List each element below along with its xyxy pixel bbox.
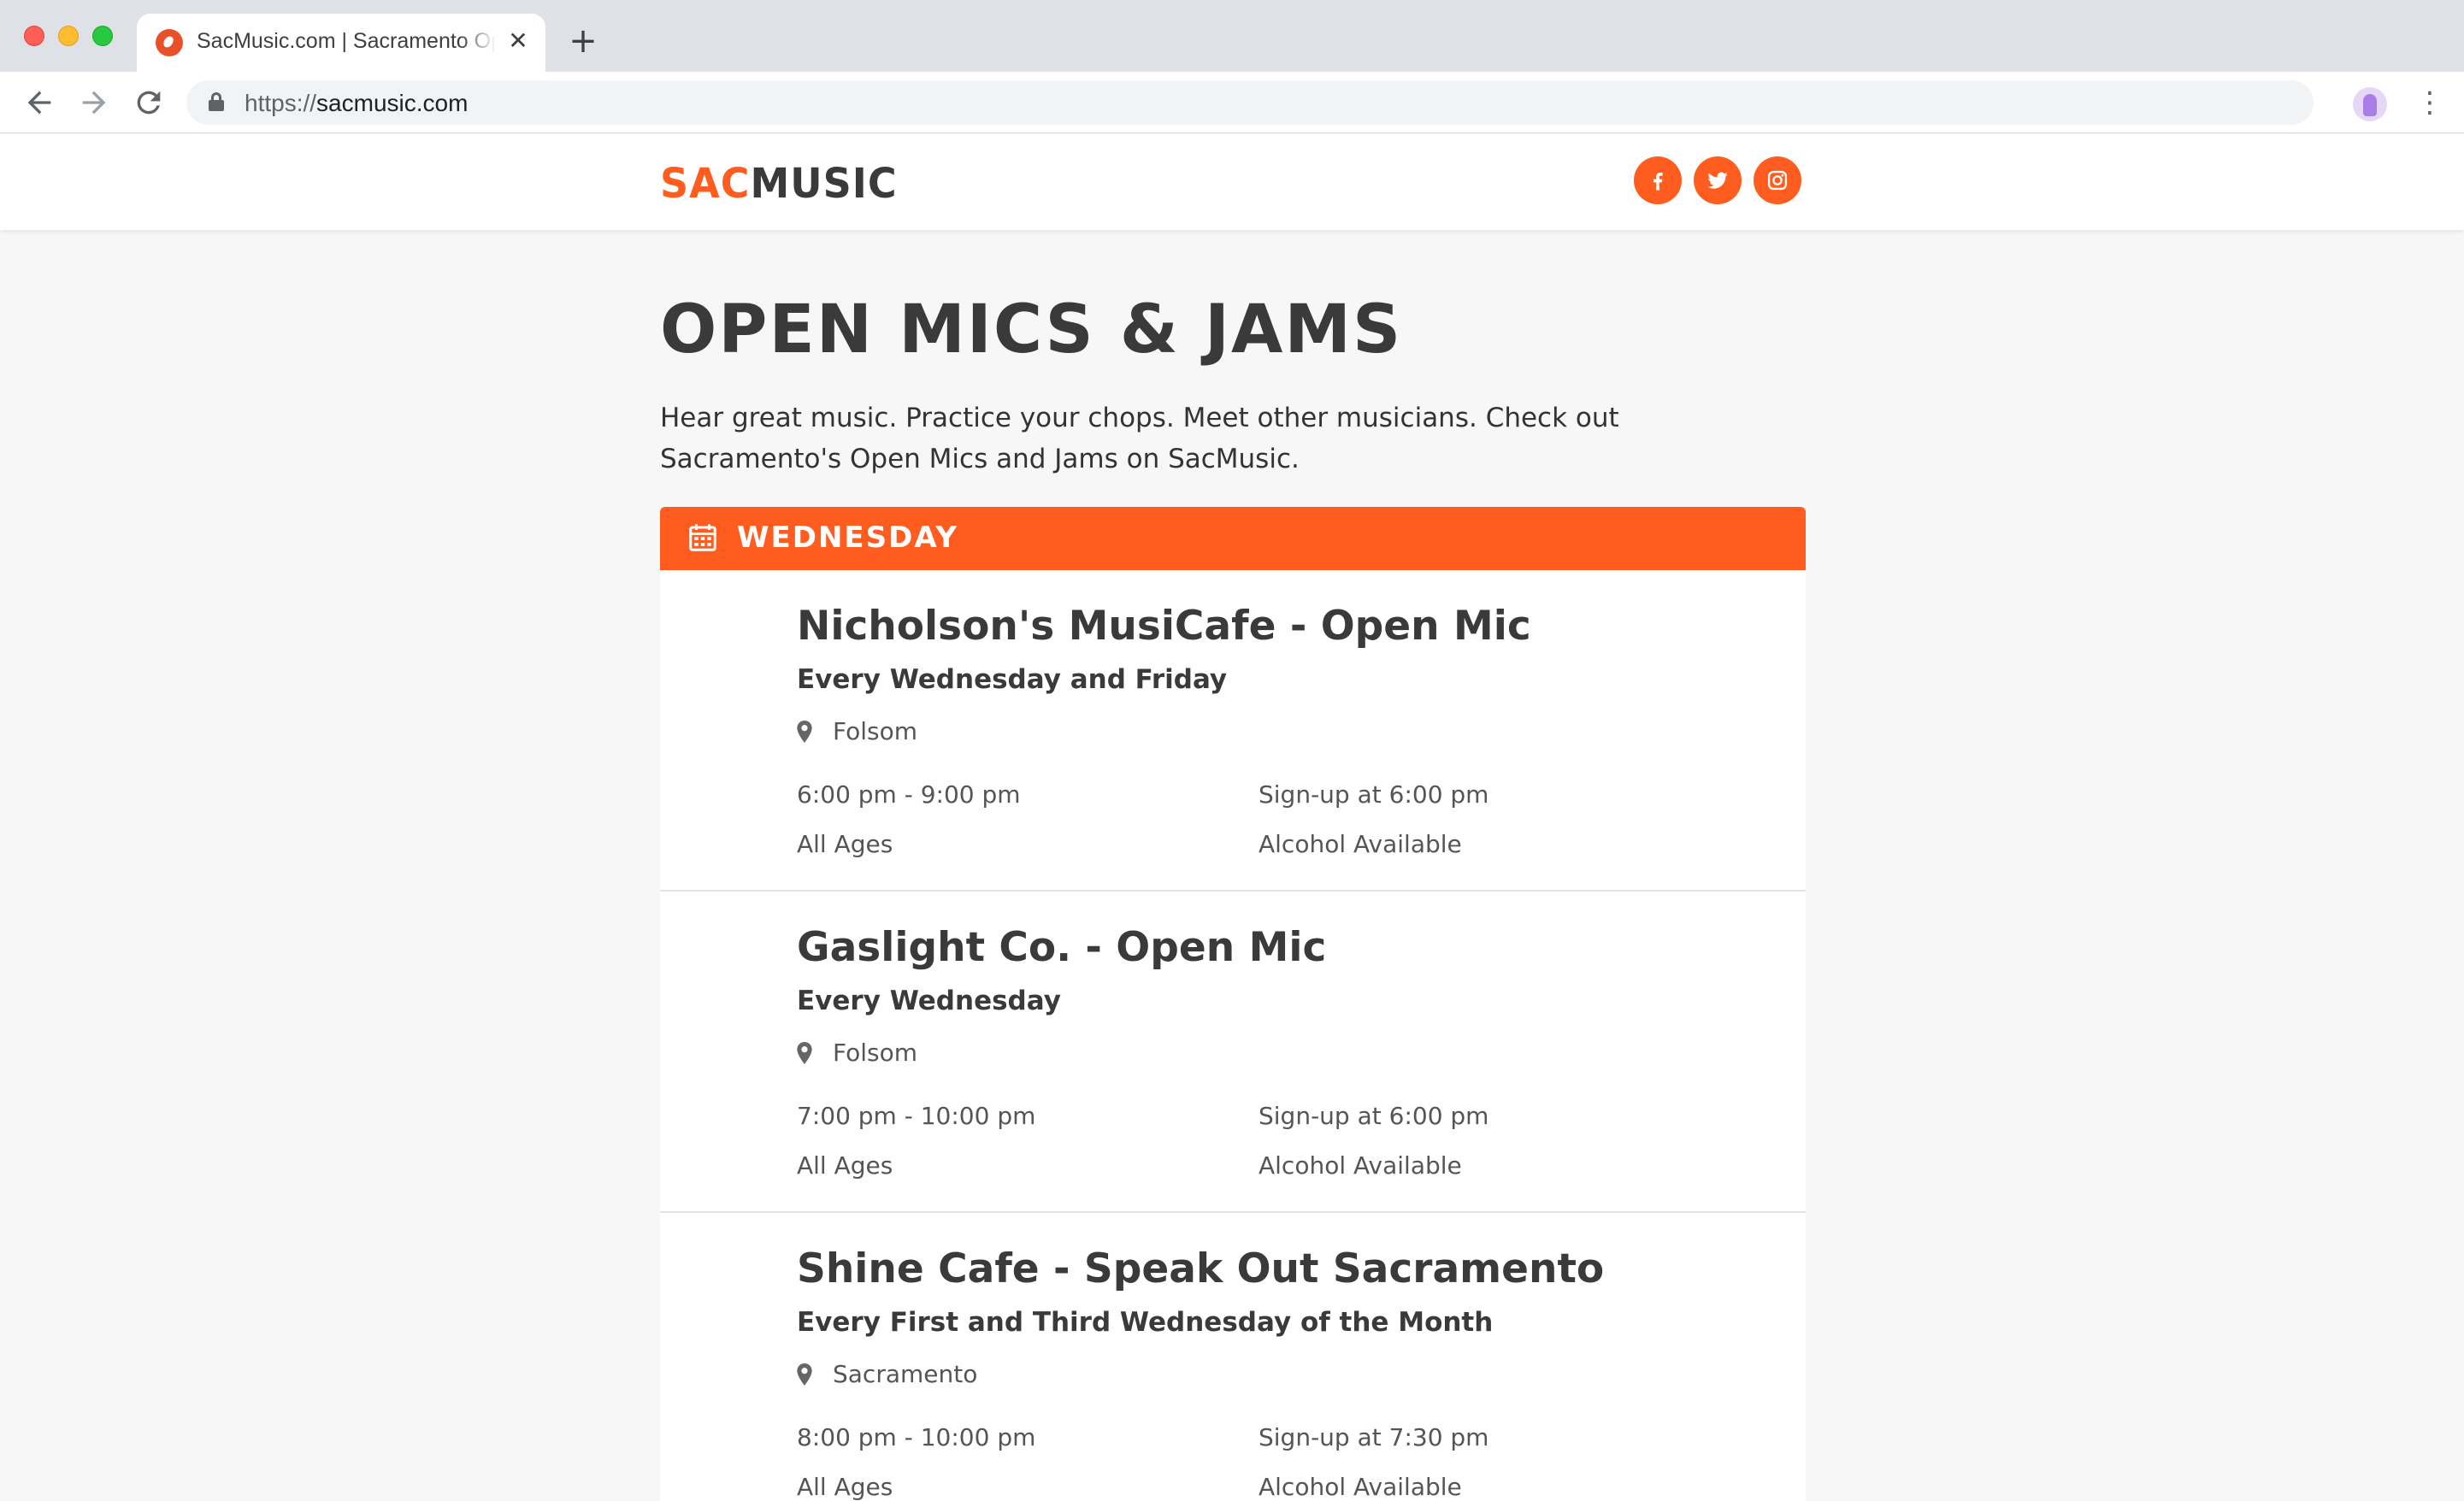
instagram-link[interactable]	[1754, 156, 1801, 204]
forward-arrow-icon[interactable]	[77, 85, 111, 120]
event-name[interactable]: Shine Cafe - Speak Out Sacramento	[797, 1245, 1604, 1292]
event-city: Sacramento	[833, 1360, 978, 1388]
back-arrow-icon[interactable]	[22, 85, 56, 120]
new-tab-button[interactable]: +	[566, 24, 600, 58]
event-city: Folsom	[833, 1039, 918, 1067]
browser-tab-active[interactable]: SacMusic.com | Sacramento Open Mics & Ja…	[137, 14, 545, 72]
page-intro: Hear great music. Practice your chops. M…	[660, 403, 1619, 474]
address-bar[interactable]: https://sacmusic.com ☆	[186, 80, 2314, 125]
url-scheme: https://	[245, 90, 317, 116]
event-time: 7:00 pm - 10:00 pm	[797, 1102, 1036, 1130]
tab-title: SacMusic.com | Sacramento Open Mics & Ja…	[197, 29, 496, 53]
profile-avatar[interactable]	[2353, 87, 2387, 121]
browser-tab-strip: SacMusic.com | Sacramento Open Mics & Ja…	[0, 0, 2464, 72]
event-time: 8:00 pm - 10:00 pm	[797, 1423, 1036, 1451]
facebook-icon	[1653, 173, 1663, 191]
event-signup: Sign-up at 7:30 pm	[1259, 1423, 1489, 1451]
url-host: sacmusic.com	[316, 90, 469, 116]
site-header: SACMUSIC	[0, 134, 2464, 230]
map-pin-icon	[797, 721, 812, 743]
event-ages: All Ages	[797, 1473, 893, 1501]
reload-icon[interactable]	[132, 85, 166, 120]
url-text[interactable]: https://sacmusic.com	[245, 90, 468, 117]
logo-sac: SAC	[660, 158, 751, 208]
event-ages: All Ages	[797, 1151, 893, 1180]
event-list: Nicholson's MusiCafe - Open Mic Every We…	[660, 570, 1806, 1501]
map-pin-icon	[797, 1363, 812, 1386]
window-zoom-button[interactable]	[92, 26, 113, 46]
event-card[interactable]: Shine Cafe - Speak Out Sacramento Every …	[660, 1213, 1806, 1501]
window-close-button[interactable]	[24, 26, 44, 46]
event-alcohol: Alcohol Available	[1259, 1151, 1462, 1180]
window-minimize-button[interactable]	[58, 26, 79, 46]
event-time: 6:00 pm - 9:00 pm	[797, 780, 1021, 809]
tab-close-icon[interactable]: ✕	[504, 27, 532, 55]
event-city: Folsom	[833, 717, 918, 745]
page-title: OPEN MICS & JAMS	[660, 291, 1403, 368]
event-schedule: Every Wednesday and Friday	[797, 664, 1228, 695]
event-card[interactable]: Gaslight Co. - Open Mic Every Wednesday …	[660, 892, 1806, 1213]
event-alcohol: Alcohol Available	[1259, 1473, 1462, 1501]
event-signup: Sign-up at 6:00 pm	[1259, 780, 1489, 809]
twitter-link[interactable]	[1694, 156, 1742, 204]
event-name[interactable]: Nicholson's MusiCafe - Open Mic	[797, 603, 1531, 650]
map-pin-icon	[797, 1042, 812, 1064]
menu-kebab-icon[interactable]: ⋮	[2413, 85, 2447, 120]
event-card[interactable]: Nicholson's MusiCafe - Open Mic Every We…	[660, 570, 1806, 892]
twitter-icon	[1707, 172, 1728, 189]
instagram-icon	[1767, 170, 1788, 191]
browser-toolbar: https://sacmusic.com ☆ ⋮	[0, 72, 2464, 133]
day-header: WEDNESDAY	[660, 507, 1806, 570]
event-signup: Sign-up at 6:00 pm	[1259, 1102, 1489, 1130]
site-favicon-icon	[156, 29, 183, 56]
facebook-link[interactable]	[1634, 156, 1682, 204]
lock-icon[interactable]	[209, 92, 224, 111]
site-logo[interactable]: SACMUSIC	[660, 159, 898, 208]
event-ages: All Ages	[797, 830, 893, 858]
event-name[interactable]: Gaslight Co. - Open Mic	[797, 924, 1326, 971]
event-schedule: Every Wednesday	[797, 986, 1061, 1016]
calendar-icon	[689, 524, 716, 551]
logo-music: MUSIC	[750, 158, 898, 208]
day-label: WEDNESDAY	[737, 521, 959, 555]
event-alcohol: Alcohol Available	[1259, 830, 1462, 858]
event-schedule: Every First and Third Wednesday of the M…	[797, 1307, 1494, 1338]
